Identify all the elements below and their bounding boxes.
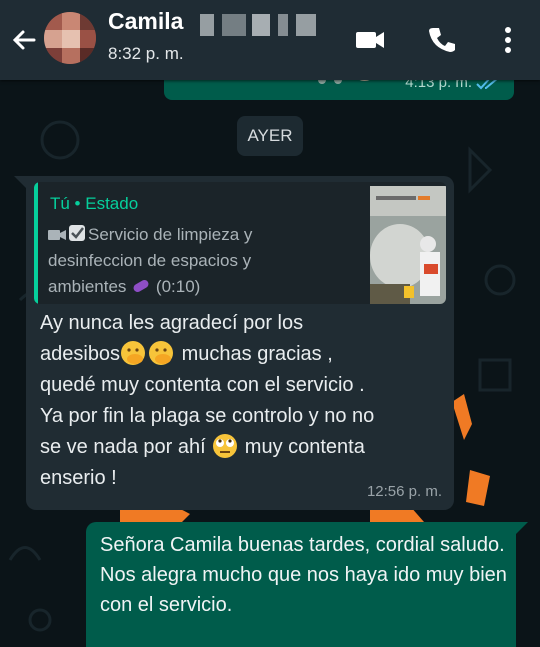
message-time: 12:56 p. m. — [366, 483, 442, 500]
quote-duration: (0:10) — [155, 277, 201, 296]
video-icon — [48, 230, 66, 240]
quote-text: Servicio de limpieza y desinfeccion de e… — [48, 222, 310, 300]
rolling-eyes-emoji — [213, 434, 238, 458]
avatar[interactable] — [44, 12, 96, 64]
quoted-status[interactable]: Tú • Estado Servicio de limpieza y desin… — [34, 182, 446, 304]
quote-author: Tú • Estado — [50, 194, 139, 213]
hand-over-mouth-emoji — [149, 341, 174, 365]
message-line: quedé muy contenta con el servicio . — [40, 374, 365, 396]
message-line: Ay nunca les agradecí por los — [40, 312, 304, 334]
checkbox-icon — [69, 225, 85, 241]
incoming-message[interactable]: Tú • Estado Servicio de limpieza y desin… — [26, 176, 454, 510]
message-text: Señora Camila buenas tardes, cordial sal… — [100, 534, 507, 616]
quote-bar — [34, 182, 38, 304]
message-line: muy contenta — [239, 436, 365, 458]
last-seen: 8:32 p. m. — [108, 44, 184, 63]
message-line: muchas gracias , — [176, 343, 333, 365]
message-line: enserio ! — [40, 467, 117, 489]
voice-call-icon[interactable] — [424, 22, 460, 58]
more-options-icon[interactable] — [490, 22, 526, 58]
orange-shape — [452, 394, 472, 440]
message-text: Ay nunca les agradecí por los adesibos m… — [40, 308, 444, 494]
purple-pill-icon — [133, 280, 149, 292]
redacted-name — [200, 14, 330, 36]
message-line: se ve nada por ahí — [40, 436, 212, 458]
hand-over-mouth-emoji — [121, 341, 146, 365]
day-separator: AYER — [237, 116, 303, 156]
chat-header: Camila 8:32 p. m. — [0, 0, 540, 80]
message-line: Ya por fin la plaga se controlo y no no — [40, 405, 375, 427]
contact-name[interactable]: Camila — [108, 8, 183, 35]
status-thumbnail[interactable] — [370, 186, 446, 304]
video-call-icon[interactable] — [352, 22, 388, 58]
message-line: adesibos — [40, 343, 121, 365]
bubble-tail — [514, 522, 528, 536]
outgoing-message[interactable]: Señora Camila buenas tardes, cordial sal… — [86, 522, 516, 647]
orange-shape — [466, 470, 490, 506]
back-arrow-icon[interactable] — [8, 24, 40, 56]
